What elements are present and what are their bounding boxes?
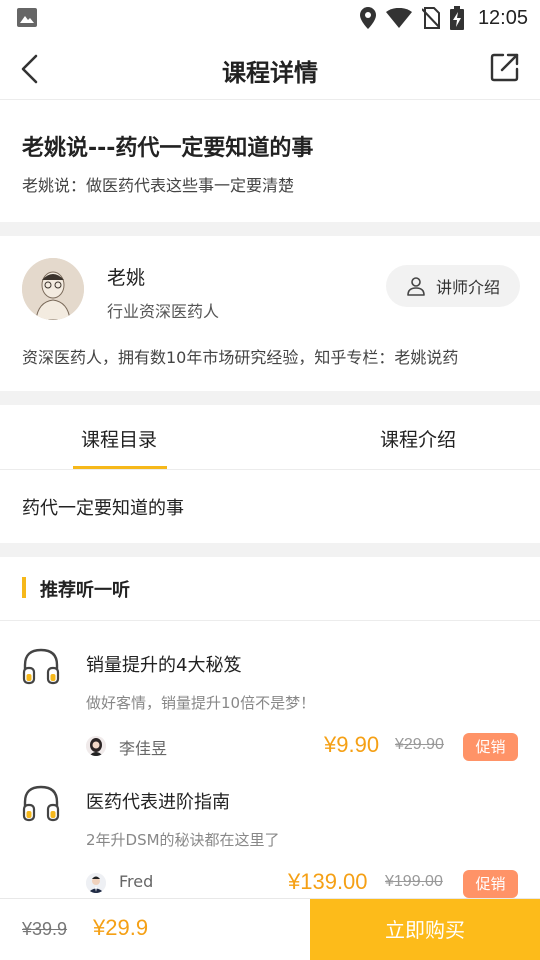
recommend-item-author: 李佳昱	[119, 739, 168, 758]
recommend-item-price: ¥9.90	[324, 732, 380, 757]
promo-badge: 促销	[463, 870, 518, 898]
teacher-card: 老姚 行业资深医药人 讲师介绍 资深医药人，拥有数10年市场研究经验，知乎专栏：…	[0, 236, 540, 391]
teacher-description: 资深医药人，拥有数10年市场研究经验，知乎专栏：老姚说药	[22, 348, 459, 367]
catalog-item[interactable]: 药代一定要知道的事	[22, 494, 184, 520]
image-icon	[17, 8, 37, 27]
teacher-intro-label: 讲师介绍	[435, 278, 500, 297]
recommend-item[interactable]: 医药代表进阶指南 2年升DSM的秘诀都在这里了 Fred ¥139.00 ¥19…	[0, 758, 540, 898]
recommend-item-original-price: ¥199.00	[385, 873, 443, 890]
section-accent-bar	[22, 577, 26, 598]
teacher-intro-button[interactable]: 讲师介绍	[386, 265, 520, 307]
recommend-item-title: 销量提升的4大秘笈	[86, 655, 242, 676]
person-icon	[407, 277, 425, 296]
author-avatar	[86, 873, 106, 893]
page-title: 课程详情	[222, 59, 318, 87]
recommend-item-price: ¥139.00	[288, 869, 368, 894]
status-bar: 12:05	[0, 0, 540, 36]
footer-original-price: ¥39.9	[22, 919, 68, 939]
promo-badge: 促销	[463, 733, 518, 761]
recommend-item-original-price: ¥29.90	[395, 736, 444, 753]
recommend-item-subtitle: 做好客情，销量提升10倍不是梦！	[86, 694, 316, 712]
teacher-avatar[interactable]	[22, 258, 84, 320]
author-avatar	[86, 736, 106, 756]
teacher-role: 行业资深医药人	[107, 302, 220, 321]
active-tab-indicator	[73, 466, 167, 469]
headphones-icon	[22, 785, 60, 822]
course-header: 老姚说---药代一定要知道的事 老姚说：做医药代表这些事一定要清楚	[0, 100, 540, 222]
wifi-icon	[385, 8, 412, 28]
buy-now-button[interactable]: 立即购买	[310, 899, 540, 960]
status-time: 12:05	[477, 6, 528, 29]
tab-introduction[interactable]: 课程介绍	[380, 425, 456, 452]
recommend-item-title: 医药代表进阶指南	[86, 792, 230, 813]
navigation-bar: 课程详情	[0, 36, 540, 100]
recommend-item[interactable]: 销量提升的4大秘笈 做好客情，销量提升10倍不是梦！ 李佳昱 ¥9.90 ¥29…	[0, 621, 540, 761]
catalog-list: 药代一定要知道的事	[0, 470, 540, 543]
share-icon[interactable]	[490, 52, 520, 82]
content-tabs: 课程目录 课程介绍	[0, 405, 540, 470]
location-icon	[359, 7, 376, 29]
course-subtitle: 老姚说：做医药代表这些事一定要清楚	[22, 176, 295, 195]
recommend-title: 推荐听一听	[40, 580, 130, 601]
recommend-item-subtitle: 2年升DSM的秘诀都在这里了	[86, 831, 280, 849]
tab-catalog[interactable]: 课程目录	[81, 425, 157, 452]
status-icons: 12:05	[359, 6, 528, 30]
recommend-section: 推荐听一听 销量提升的4大秘笈 做好客情，销量提升10倍不是梦！ 李佳昱 ¥9.…	[0, 557, 540, 957]
recommend-header: 推荐听一听	[0, 557, 540, 621]
course-title: 老姚说---药代一定要知道的事	[22, 136, 314, 161]
recommend-item-author: Fred	[119, 872, 154, 891]
purchase-bar: ¥39.9 ¥29.9 立即购买	[0, 898, 540, 960]
headphones-icon	[22, 648, 60, 685]
section-divider	[0, 391, 540, 405]
teacher-name: 老姚	[107, 267, 146, 289]
section-divider	[0, 222, 540, 236]
section-divider	[0, 543, 540, 557]
no-sim-icon	[421, 7, 440, 29]
battery-charging-icon	[449, 6, 464, 30]
footer-price: ¥29.9	[93, 915, 149, 940]
